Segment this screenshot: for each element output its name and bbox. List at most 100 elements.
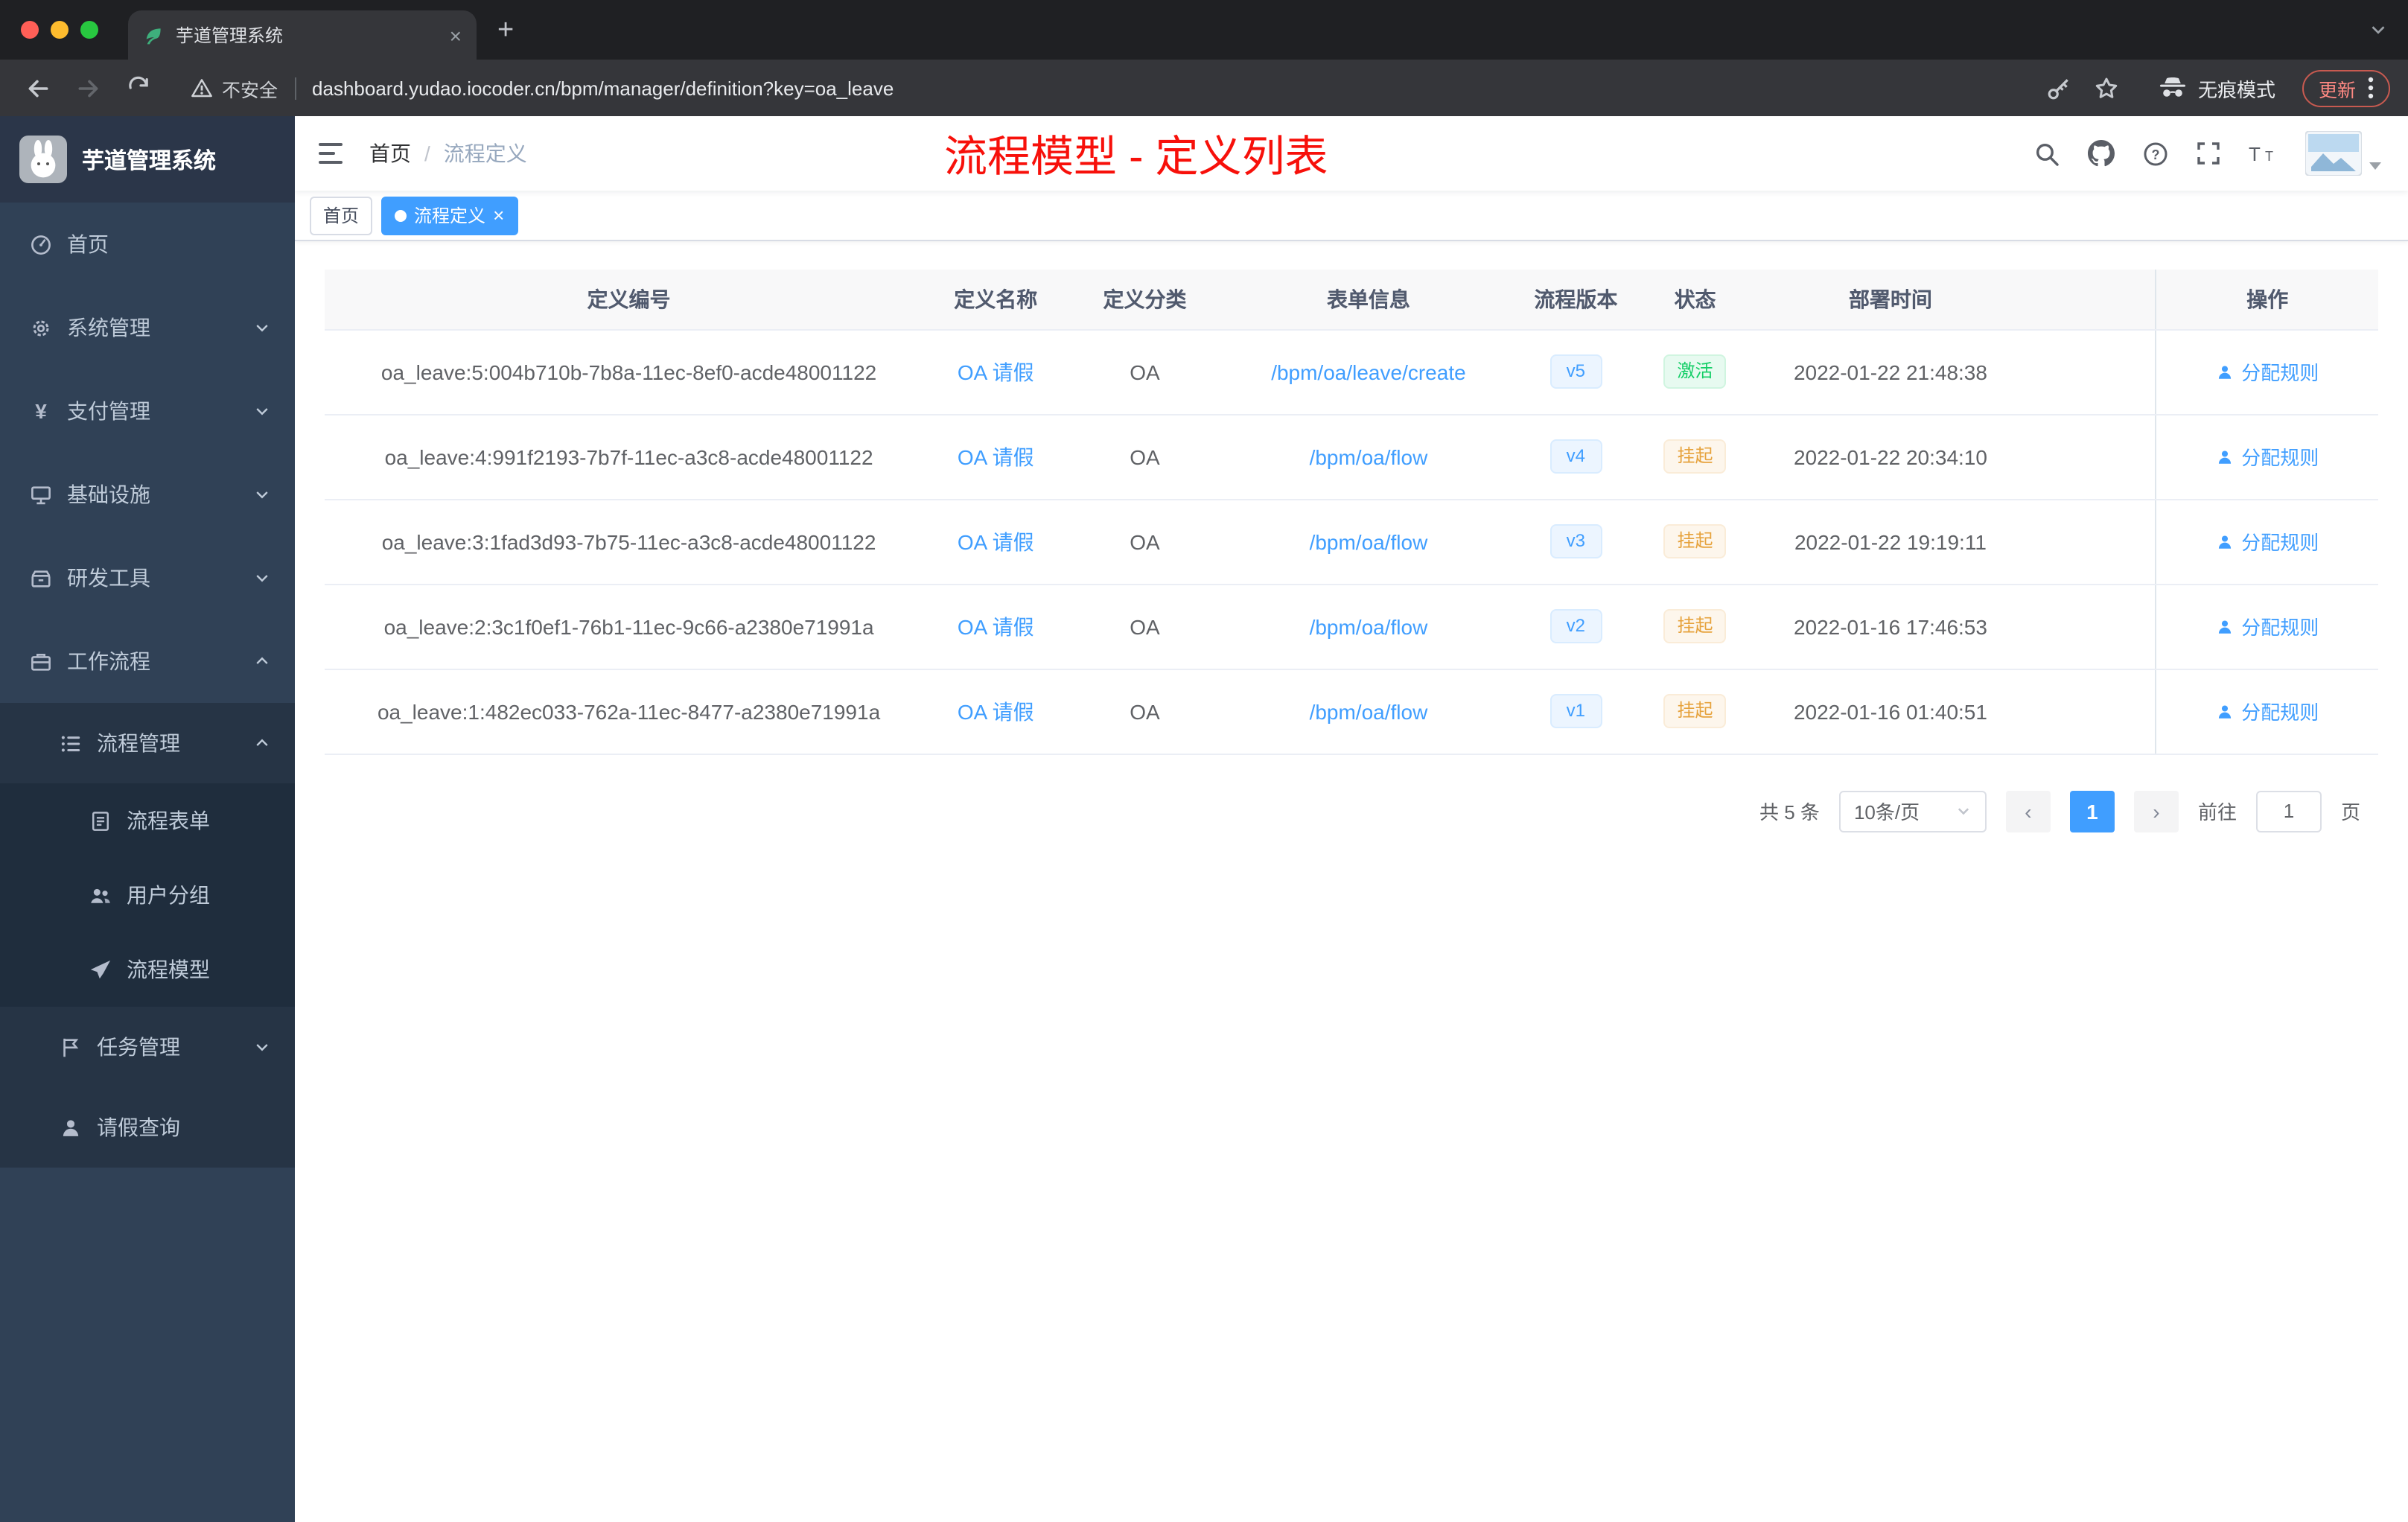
chevron-down-icon [256, 491, 268, 499]
definition-name-link[interactable]: OA 请假 [958, 360, 1034, 383]
sidebar-item-payment[interactable]: ¥ 支付管理 [0, 369, 295, 453]
version-badge[interactable]: v3 [1549, 524, 1602, 558]
list-icon [61, 735, 80, 751]
sidebar-item-devtools[interactable]: 研发工具 [0, 536, 295, 620]
sidebar-item-label: 首页 [67, 232, 109, 256]
definition-category: OA [1058, 329, 1232, 415]
definition-category: OA [1058, 499, 1232, 585]
version-badge[interactable]: v4 [1549, 439, 1602, 474]
column-header: 流程版本 [1506, 270, 1646, 330]
sidebar-toggle-button[interactable] [295, 141, 369, 165]
tag-process-definition[interactable]: 流程定义 × [381, 196, 518, 235]
page-size-value: 10条/页 [1853, 801, 1920, 824]
prev-page-button[interactable]: ‹ [2005, 790, 2051, 832]
sidebar-item-user-group[interactable]: 用户分组 [0, 858, 295, 932]
assign-rule-link[interactable]: 分配规则 [2216, 357, 2319, 386]
new-tab-button[interactable]: + [497, 16, 514, 44]
user-avatar-menu[interactable] [2305, 131, 2381, 176]
tag-home[interactable]: 首页 [310, 196, 373, 235]
page-number-button[interactable]: 1 [2069, 790, 2115, 832]
sidebar-item-home[interactable]: 首页 [0, 203, 295, 286]
form-link[interactable]: /bpm/oa/flow [1310, 699, 1428, 723]
fullscreen-icon[interactable] [2197, 141, 2220, 165]
browser-tab[interactable]: 芋道管理系统 × [128, 10, 477, 60]
sidebar-item-label: 流程模型 [127, 958, 210, 981]
password-key-icon[interactable] [2046, 75, 2071, 101]
browser-tabstrip: 芋道管理系统 × + [0, 0, 2408, 60]
zoom-window-button[interactable] [80, 21, 98, 39]
definition-category: OA [1058, 584, 1232, 669]
sidebar-item-leave-query[interactable]: 请假查询 [0, 1087, 295, 1168]
close-window-button[interactable] [21, 21, 39, 39]
sidebar-item-label: 流程管理 [97, 731, 180, 755]
spacer-cell [2036, 329, 2156, 415]
assign-rule-link[interactable]: 分配规则 [2216, 612, 2319, 640]
user-icon [63, 1119, 79, 1136]
status-tag: 挂起 [1663, 439, 1727, 474]
paper-plane-icon [90, 959, 111, 978]
tab-close-icon[interactable]: × [450, 25, 462, 45]
form-link[interactable]: /bpm/oa/flow [1310, 445, 1428, 468]
form-link[interactable]: /bpm/oa/flow [1310, 529, 1428, 553]
people-icon [91, 888, 110, 902]
spacer-cell [2036, 584, 2156, 669]
form-link[interactable]: /bpm/oa/flow [1310, 614, 1428, 638]
breadcrumb-home[interactable]: 首页 [369, 138, 411, 168]
assign-rule-link[interactable]: 分配规则 [2216, 527, 2319, 555]
goto-page-input[interactable] [2255, 790, 2322, 832]
breadcrumb: 首页 / 流程定义 [369, 138, 527, 168]
page-size-select[interactable]: 10条/页 [1838, 790, 1987, 832]
update-label: 更新 [2318, 80, 2356, 101]
sidebar-item-task-management[interactable]: 任务管理 [0, 1007, 295, 1087]
github-icon[interactable] [2088, 140, 2115, 167]
font-size-icon[interactable]: TT [2249, 141, 2277, 165]
reload-button[interactable] [119, 69, 158, 107]
sidebar-item-process-form[interactable]: 流程表单 [0, 783, 295, 858]
sidebar-item-label: 流程表单 [127, 809, 210, 832]
version-badge[interactable]: v1 [1549, 694, 1602, 728]
bookmark-star-icon[interactable] [2094, 75, 2119, 101]
chevron-down-icon [256, 1044, 268, 1051]
assign-rule-link[interactable]: 分配规则 [2216, 697, 2319, 725]
sidebar-item-label: 系统管理 [67, 316, 150, 340]
column-header: 部署时间 [1744, 270, 2037, 330]
sidebar-item-process-model[interactable]: 流程模型 [0, 932, 295, 1007]
user-icon [2219, 704, 2232, 718]
help-icon[interactable]: ? [2143, 141, 2168, 166]
top-navbar: 首页 / 流程定义 流程模型 - 定义列表 ? TT [295, 116, 2408, 191]
app-logo-row[interactable]: 芋道管理系统 [0, 116, 295, 203]
form-link[interactable]: /bpm/oa/leave/create [1271, 360, 1466, 383]
sidebar-item-workflow[interactable]: 工作流程 [0, 620, 295, 703]
table-body: oa_leave:5:004b710b-7b8a-11ec-8ef0-acde4… [325, 329, 2378, 754]
sidebar-item-process-management[interactable]: 流程管理 [0, 703, 295, 783]
definition-id: oa_leave:1:482ec033-762a-11ec-8477-a2380… [325, 669, 934, 754]
sidebar-item-infrastructure[interactable]: 基础设施 [0, 453, 295, 536]
active-dot [395, 209, 407, 221]
tag-close-icon[interactable]: × [493, 206, 504, 225]
menu-dots-icon[interactable] [2368, 76, 2374, 100]
url-bar[interactable]: 不安全 dashboard.yudao.iocoder.cn/bpm/manag… [179, 67, 2131, 109]
minimize-window-button[interactable] [51, 21, 69, 39]
definition-name-link[interactable]: OA 请假 [958, 445, 1034, 468]
tab-search-icon[interactable] [2369, 19, 2387, 46]
next-page-button[interactable]: › [2133, 790, 2179, 832]
version-badge[interactable]: v5 [1549, 354, 1602, 389]
search-icon[interactable] [2034, 141, 2060, 166]
definition-name-link[interactable]: OA 请假 [958, 614, 1034, 638]
yen-icon: ¥ [35, 399, 47, 423]
version-badge[interactable]: v2 [1549, 609, 1602, 643]
definition-name-link[interactable]: OA 请假 [958, 699, 1034, 723]
update-button[interactable]: 更新 [2302, 69, 2390, 106]
sidebar-item-label: 工作流程 [67, 649, 150, 673]
security-warning[interactable]: 不安全 [191, 74, 278, 102]
definition-name-link[interactable]: OA 请假 [958, 529, 1034, 553]
page-suffix-label: 页 [2340, 801, 2360, 824]
user-icon [2219, 535, 2232, 548]
forward-button[interactable] [69, 69, 107, 107]
breadcrumb-separator: / [424, 141, 430, 165]
sidebar-item-system[interactable]: 系统管理 [0, 286, 295, 369]
back-button[interactable] [18, 69, 57, 107]
deploy-time: 2022-01-16 01:40:51 [1744, 669, 2037, 754]
app-title: 芋道管理系统 [82, 148, 217, 173]
assign-rule-link[interactable]: 分配规则 [2216, 442, 2319, 471]
